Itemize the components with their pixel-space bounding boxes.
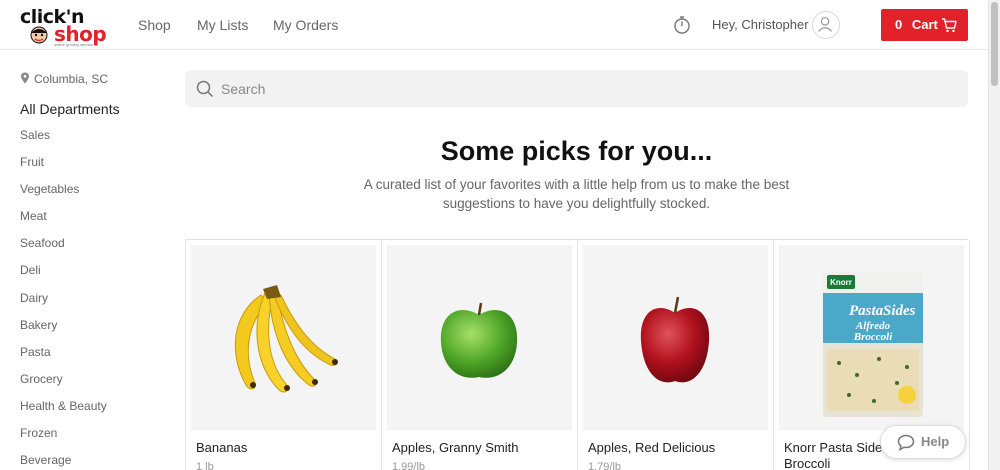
pasta-package-image: Knorr Pasta Sides Alfredo Broccoli [823,271,923,417]
department-item-deli[interactable]: Deli [20,263,107,290]
product-card-red-delicious[interactable]: Apples, Red Delicious 1.79/lb [578,240,774,470]
department-item-pasta[interactable]: Pasta [20,345,107,372]
product-price: 1.99/lb [392,461,426,470]
user-greeting: Hey, Christopher [712,17,809,32]
department-item-seafood[interactable]: Seafood [20,236,107,263]
top-header: click'n shop online grocery service Shop… [0,0,988,50]
help-label: Help [921,434,950,449]
department-item-dairy[interactable]: Dairy [20,291,107,318]
picks-title: Some picks for you... [440,136,713,166]
logo-mascot-icon [30,26,48,44]
department-item-grocery[interactable]: Grocery [20,372,107,399]
product-name[interactable]: Apples, Granny Smith [392,440,568,456]
search-icon [196,80,214,98]
nav-my-lists-link[interactable]: My Lists [197,0,248,50]
product-name[interactable]: Bananas [196,440,372,456]
product-image-granny-smith[interactable] [387,245,572,430]
department-item-bakery[interactable]: Bakery [20,318,107,345]
product-card-bananas[interactable]: Bananas 1 lb [186,240,382,470]
shopping-cart-icon [942,18,957,33]
search-bar[interactable] [185,70,968,107]
department-item-vegetables[interactable]: Vegetables [20,182,107,209]
department-item-health-beauty[interactable]: Health & Beauty [20,399,107,426]
product-image-bananas[interactable] [191,245,376,430]
department-item-meat[interactable]: Meat [20,209,107,236]
red-apple-image [640,296,710,383]
chat-bubble-icon [897,434,915,451]
product-image-knorr-pasta[interactable]: Knorr Pasta Sides Alfredo Broccoli [779,245,964,430]
department-item-frozen[interactable]: Frozen [20,426,107,453]
user-avatar-button[interactable] [812,11,840,39]
store-location[interactable]: Columbia, SC [20,72,108,86]
product-price: 1.79/lb [588,461,622,470]
product-image-red-delicious[interactable] [583,245,768,430]
department-item-sales[interactable]: Sales [20,128,107,155]
nav-my-orders-link[interactable]: My Orders [273,0,338,50]
clickn-shop-logo[interactable]: click'n shop online grocery service [20,6,107,47]
cart-button[interactable]: 0 Cart [881,9,968,41]
product-name[interactable]: Apples, Red Delicious [588,440,764,456]
page-scrollbar[interactable] [988,0,1000,470]
department-list: Sales Fruit Vegetables Meat Seafood Deli… [20,128,107,470]
product-grid: Bananas 1 lb Apples, Granny Smith 1.99/l… [185,239,970,470]
help-button[interactable]: Help [880,425,966,459]
product-price: 1 lb [196,461,214,470]
picks-subtitle: A curated list of your favorites with a … [363,177,790,211]
location-pin-icon [21,72,29,84]
department-item-fruit[interactable]: Fruit [20,155,107,182]
product-card-granny-smith[interactable]: Apples, Granny Smith 1.99/lb [382,240,578,470]
scrollbar-thumb[interactable] [991,2,998,86]
cart-count: 0 [895,17,903,32]
all-departments-link[interactable]: All Departments [20,101,120,117]
package-line1-text: Pasta [849,303,884,319]
user-icon [818,16,833,32]
green-apple-image [440,302,518,378]
package-flavor2-text: Broccoli [853,331,893,343]
department-item-beverage[interactable]: Beverage [20,453,107,470]
nav-shop-link[interactable]: Shop [138,0,171,50]
search-input[interactable] [221,70,941,107]
location-label: Columbia, SC [34,72,109,86]
stopwatch-icon[interactable] [672,15,692,35]
package-brand-text: Knorr [830,278,852,287]
cart-label: Cart [911,17,938,32]
logo-tagline: online grocery service [54,42,93,47]
bananas-image [234,285,338,393]
package-line2-text: Sides [883,303,916,319]
